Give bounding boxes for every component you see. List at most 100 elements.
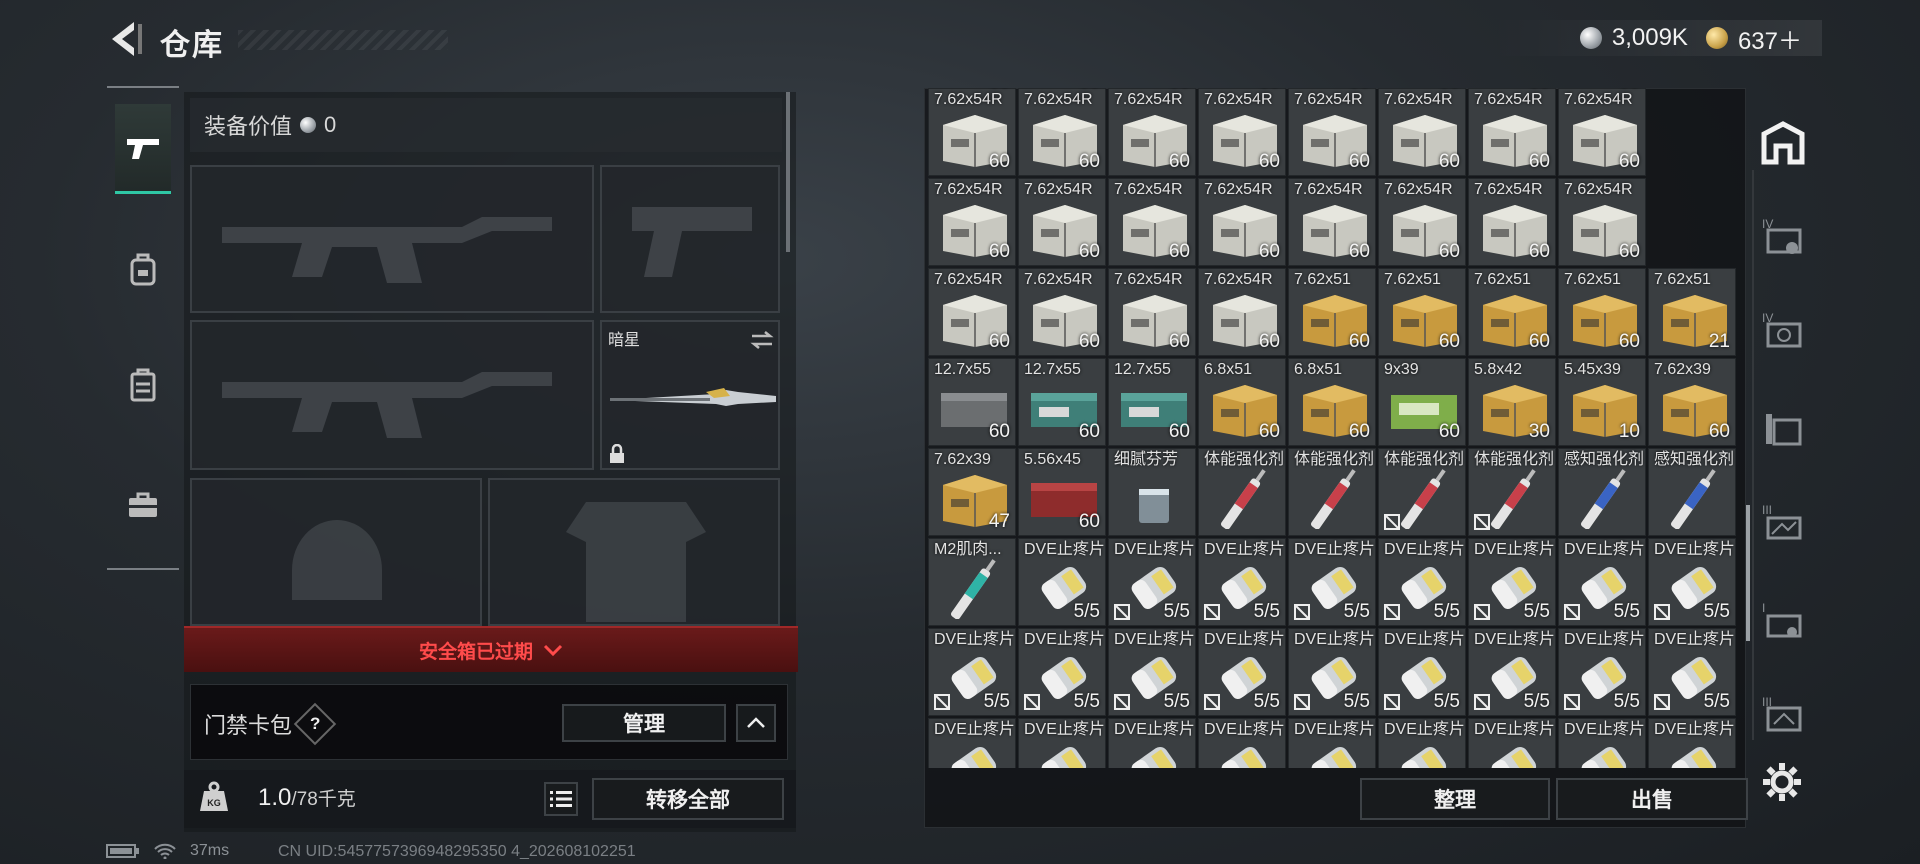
inventory-item[interactable]: 5.8x42 30 — [1468, 358, 1556, 446]
inventory-item[interactable]: 细腻芬芳 — [1108, 448, 1196, 536]
sell-button[interactable]: 出售 — [1556, 778, 1748, 820]
inventory-item[interactable]: 7.62x51 60 — [1558, 268, 1646, 356]
inventory-item[interactable]: 7.62x54R 60 — [928, 178, 1016, 266]
inventory-item[interactable]: DVE止疼片 5/5 — [1468, 628, 1556, 716]
inventory-item[interactable]: 7.62x54R 60 — [1108, 88, 1196, 176]
primary-weapon-slot[interactable] — [190, 165, 594, 313]
inventory-item[interactable]: DVE止疼片 5/5 — [1558, 538, 1646, 626]
inventory-item[interactable]: 7.62x54R 60 — [1198, 178, 1286, 266]
inventory-item[interactable]: 体能强化剂 — [1378, 448, 1466, 536]
inventory-item[interactable]: 7.62x54R 60 — [1108, 178, 1196, 266]
inventory-item[interactable]: 12.7x55 60 — [928, 358, 1016, 446]
map-i-icon[interactable]: I — [1758, 596, 1808, 646]
inventory-item[interactable]: DVE止疼片 — [1648, 718, 1736, 768]
inventory-item[interactable]: 12.7x55 60 — [1108, 358, 1196, 446]
inventory-item[interactable]: 9x39 60 — [1378, 358, 1466, 446]
inventory-item[interactable]: 7.62x54R 60 — [1288, 88, 1376, 176]
inventory-item[interactable]: DVE止疼片 — [1108, 718, 1196, 768]
inventory-item[interactable]: DVE止疼片 5/5 — [1288, 538, 1376, 626]
inventory-item[interactable]: DVE止疼片 5/5 — [1378, 538, 1466, 626]
inventory-item[interactable]: 7.62x54R 60 — [1288, 178, 1376, 266]
inventory-item[interactable]: 体能强化剂 — [1288, 448, 1376, 536]
inventory-item[interactable]: 感知强化剂 — [1558, 448, 1646, 536]
map-iv-2-icon[interactable]: IV — [1758, 306, 1808, 356]
armor-slot[interactable] — [488, 478, 780, 626]
inventory-item[interactable]: DVE止疼片 — [1468, 718, 1556, 768]
tab-backpack[interactable] — [115, 224, 171, 314]
inventory-item[interactable]: DVE止疼片 5/5 — [1648, 538, 1736, 626]
inventory-item[interactable]: 7.62x54R 60 — [1558, 178, 1646, 266]
gear-icon[interactable] — [1760, 760, 1804, 804]
inventory-item[interactable]: 12.7x55 60 — [1018, 358, 1106, 446]
inventory-item[interactable]: DVE止疼片 — [1558, 718, 1646, 768]
swap-icon[interactable] — [750, 330, 774, 350]
inventory-item[interactable]: 7.62x54R 60 — [1018, 268, 1106, 356]
inventory-item[interactable]: DVE止疼片 5/5 — [1288, 628, 1376, 716]
inventory-scrollbar[interactable] — [1746, 505, 1750, 641]
map-iv-icon[interactable]: IV — [1758, 212, 1808, 262]
map-iii-icon[interactable] — [1758, 404, 1808, 454]
inventory-item[interactable]: 6.8x51 60 — [1198, 358, 1286, 446]
inventory-item[interactable]: 5.56x45 60 — [1018, 448, 1106, 536]
inventory-item[interactable]: DVE止疼片 5/5 — [1198, 628, 1286, 716]
inventory-item[interactable]: 7.62x51 21 — [1648, 268, 1736, 356]
inventory-item[interactable]: 7.62x54R 60 — [928, 268, 1016, 356]
inventory-item[interactable]: 7.62x51 60 — [1468, 268, 1556, 356]
inventory-item[interactable]: 7.62x54R 60 — [1468, 178, 1556, 266]
secondary-weapon-slot[interactable] — [190, 320, 594, 470]
inventory-item[interactable]: DVE止疼片 5/5 — [1108, 538, 1196, 626]
pistol-slot[interactable] — [600, 165, 780, 313]
manage-button[interactable]: 管理 — [562, 704, 726, 742]
inventory-item[interactable]: 6.8x51 60 — [1288, 358, 1376, 446]
inventory-item[interactable]: 7.62x54R 60 — [1468, 88, 1556, 176]
inventory-item[interactable]: DVE止疼片 5/5 — [928, 628, 1016, 716]
inventory-item[interactable]: 7.62x54R 60 — [928, 88, 1016, 176]
currency-bar[interactable]: 3,009K 637＋ — [1490, 20, 1822, 56]
inventory-item[interactable]: 7.62x54R 60 — [1198, 88, 1286, 176]
inventory-item[interactable]: 7.62x51 60 — [1288, 268, 1376, 356]
safebox-expired-bar[interactable]: 安全箱已过期 — [184, 626, 798, 672]
inventory-item[interactable]: DVE止疼片 5/5 — [1108, 628, 1196, 716]
tab-vest[interactable] — [115, 340, 171, 430]
equipment-scrollbar[interactable] — [786, 92, 790, 252]
inventory-item[interactable]: 7.62x54R 60 — [1198, 268, 1286, 356]
inventory-item[interactable]: 7.62x54R 60 — [1378, 178, 1466, 266]
inventory-item[interactable]: 7.62x51 60 — [1378, 268, 1466, 356]
inventory-item[interactable]: DVE止疼片 — [1198, 718, 1286, 768]
inventory-item[interactable]: DVE止疼片 5/5 — [1198, 538, 1286, 626]
map-extra-icon[interactable]: III — [1758, 690, 1808, 740]
list-view-button[interactable] — [544, 782, 578, 816]
tab-weapons[interactable] — [115, 104, 171, 194]
transfer-all-button[interactable]: 转移全部 — [592, 778, 784, 820]
inventory-item[interactable]: DVE止疼片 — [1288, 718, 1376, 768]
map-ii-icon[interactable]: III — [1758, 498, 1808, 548]
inventory-item[interactable]: DVE止疼片 5/5 — [1648, 628, 1736, 716]
inventory-item[interactable]: DVE止疼片 5/5 — [1558, 628, 1646, 716]
tab-briefcase[interactable] — [115, 460, 171, 550]
sort-button[interactable]: 整理 — [1360, 778, 1550, 820]
inventory-item[interactable]: 体能强化剂 — [1468, 448, 1556, 536]
melee-slot[interactable]: 暗星 — [600, 320, 780, 470]
inventory-item[interactable]: 7.62x54R 60 — [1018, 178, 1106, 266]
inventory-item[interactable]: DVE止疼片 — [1378, 718, 1466, 768]
inventory-item[interactable]: DVE止疼片 5/5 — [1018, 538, 1106, 626]
helmet-slot[interactable] — [190, 478, 482, 626]
inventory-item[interactable]: 7.62x54R 60 — [1108, 268, 1196, 356]
inventory-item[interactable]: DVE止疼片 5/5 — [1018, 628, 1106, 716]
inventory-item[interactable]: 7.62x39 47 — [928, 448, 1016, 536]
inventory-item[interactable]: 7.62x39 60 — [1648, 358, 1736, 446]
inventory-item[interactable]: DVE止疼片 5/5 — [1468, 538, 1556, 626]
inventory-item[interactable]: DVE止疼片 — [1018, 718, 1106, 768]
inventory-item[interactable]: 7.62x54R 60 — [1018, 88, 1106, 176]
inventory-item[interactable]: 7.62x54R 60 — [1558, 88, 1646, 176]
inventory-item[interactable]: 7.62x54R 60 — [1378, 88, 1466, 176]
inventory-item[interactable]: 感知强化剂 — [1648, 448, 1736, 536]
inventory-item[interactable]: 5.45x39 10 — [1558, 358, 1646, 446]
storage-icon[interactable] — [1758, 118, 1808, 168]
back-arrow-icon[interactable] — [104, 18, 146, 60]
inventory-item[interactable]: DVE止疼片 5/5 — [1378, 628, 1466, 716]
inventory-item[interactable]: 体能强化剂 — [1198, 448, 1286, 536]
inventory-item[interactable]: M2肌肉... — [928, 538, 1016, 626]
inventory-item[interactable]: DVE止疼片 — [928, 718, 1016, 768]
collapse-button[interactable] — [736, 704, 776, 742]
